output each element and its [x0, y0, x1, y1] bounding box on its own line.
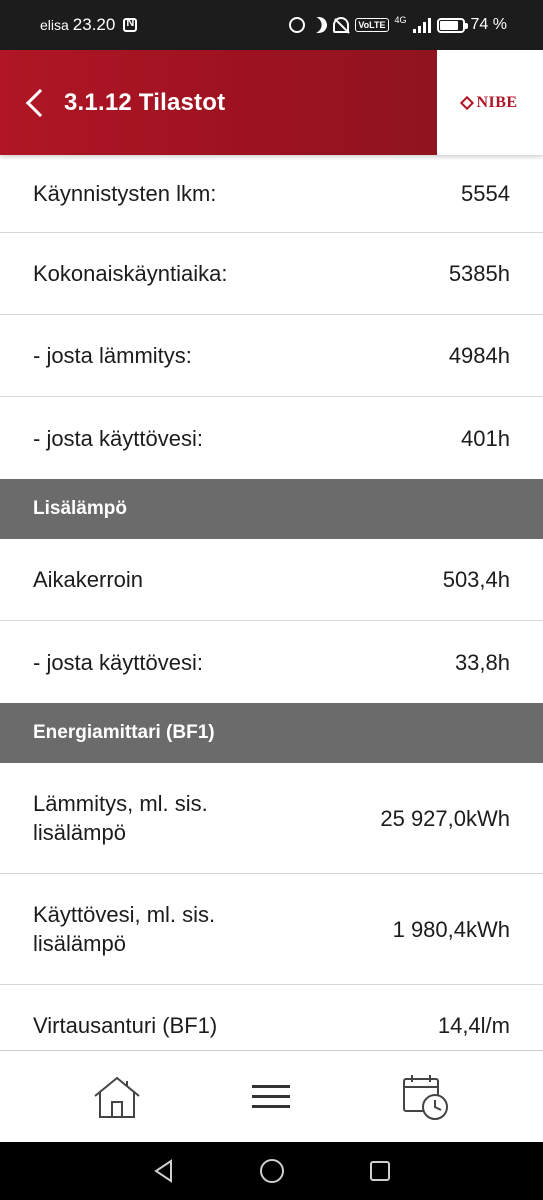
row-label: - josta käyttövesi:: [33, 425, 203, 451]
recents-square-icon[interactable]: [367, 1158, 393, 1184]
back-triangle-icon[interactable]: [151, 1158, 177, 1184]
row-value: 25 927,0kWh: [380, 805, 510, 831]
list-item: Käynnistysten lkm: 5554: [0, 155, 543, 233]
row-value: 14,4l/m: [437, 1013, 510, 1038]
bottom-navigation: [0, 1050, 543, 1142]
calendar-clock-icon: [402, 1074, 448, 1120]
status-right: VoLTE 4G 74 %: [289, 15, 507, 36]
list-item: Kokonaiskäyntiaika: 5385h: [0, 233, 543, 315]
row-value: 1 980,4kWh: [392, 916, 510, 942]
app-header: 3.1.12 Tilastot NIBE: [0, 50, 543, 155]
row-label: Käyttövesi, ml. sis. lisälämpö: [33, 902, 216, 956]
row-value: 4984h: [448, 343, 510, 368]
volte-badge: VoLTE: [355, 18, 389, 32]
schedule-button[interactable]: [396, 1067, 456, 1127]
home-button[interactable]: [87, 1067, 147, 1127]
carrier-name: elisa: [40, 17, 69, 33]
list-item: - josta lämmitys: 4984h: [0, 315, 543, 397]
status-left: elisa 23.20: [40, 15, 138, 35]
row-value: 401h: [461, 425, 510, 451]
row-label: - josta käyttövesi:: [33, 649, 203, 675]
status-time: 23.20: [72, 15, 116, 34]
battery-level: 74 %: [470, 16, 507, 33]
section-header-lisalampo: Lisälämpö: [0, 479, 543, 539]
page-title: 3.1.12 Tilastot: [64, 88, 226, 116]
menu-icon: [252, 1084, 291, 1108]
home-circle-icon[interactable]: [258, 1157, 286, 1185]
statistics-list[interactable]: Käynnistysten lkm: 5554 Kokonaiskäyntiai…: [0, 155, 543, 1050]
do-not-disturb-icon: [309, 15, 330, 36]
network-type: 4G: [394, 15, 407, 25]
logo-text: NIBE: [476, 93, 518, 111]
row-label: Aikakerroin: [33, 567, 144, 592]
battery-icon: [436, 17, 468, 33]
row-value: 5554: [461, 181, 510, 206]
row-value: 503,4h: [442, 567, 510, 592]
nfc-icon: [123, 17, 138, 32]
row-label: - josta lämmitys:: [33, 343, 192, 368]
list-item: Lämmitys, ml. sis. lisälämpö 25 927,0kWh: [0, 763, 543, 874]
list-item: - josta käyttövesi: 33,8h: [0, 621, 543, 703]
logo-diamond-icon: [460, 95, 475, 110]
row-label: Lämmitys, ml. sis. lisälämpö: [33, 791, 208, 845]
row-value: 5385h: [448, 261, 510, 286]
home-icon: [94, 1076, 140, 1118]
row-value: 33,8h: [454, 649, 510, 675]
header-bar: 3.1.12 Tilastot: [0, 50, 437, 155]
section-header-energiamittari: Energiamittari (BF1): [0, 703, 543, 763]
signal-icon: [412, 17, 431, 33]
row-label: Virtausanturi (BF1): [33, 1013, 218, 1038]
alarm-icon: [289, 17, 306, 33]
system-navigation-bar: [0, 1142, 543, 1200]
row-label: Käynnistysten lkm:: [33, 181, 217, 206]
list-item: Virtausanturi (BF1) 14,4l/m: [0, 985, 543, 1050]
nibe-logo: NIBE: [437, 50, 543, 155]
status-bar: elisa 23.20 VoLTE 4G 74 %: [0, 0, 543, 50]
back-arrow-icon[interactable]: [25, 88, 55, 117]
list-item: - josta käyttövesi: 401h: [0, 397, 543, 479]
muted-bell-icon: [333, 17, 350, 33]
list-item: Aikakerroin 503,4h: [0, 539, 543, 621]
row-label: Kokonaiskäyntiaika:: [33, 261, 228, 286]
list-item: Käyttövesi, ml. sis. lisälämpö 1 980,4kW…: [0, 874, 543, 985]
menu-button[interactable]: [241, 1067, 301, 1127]
